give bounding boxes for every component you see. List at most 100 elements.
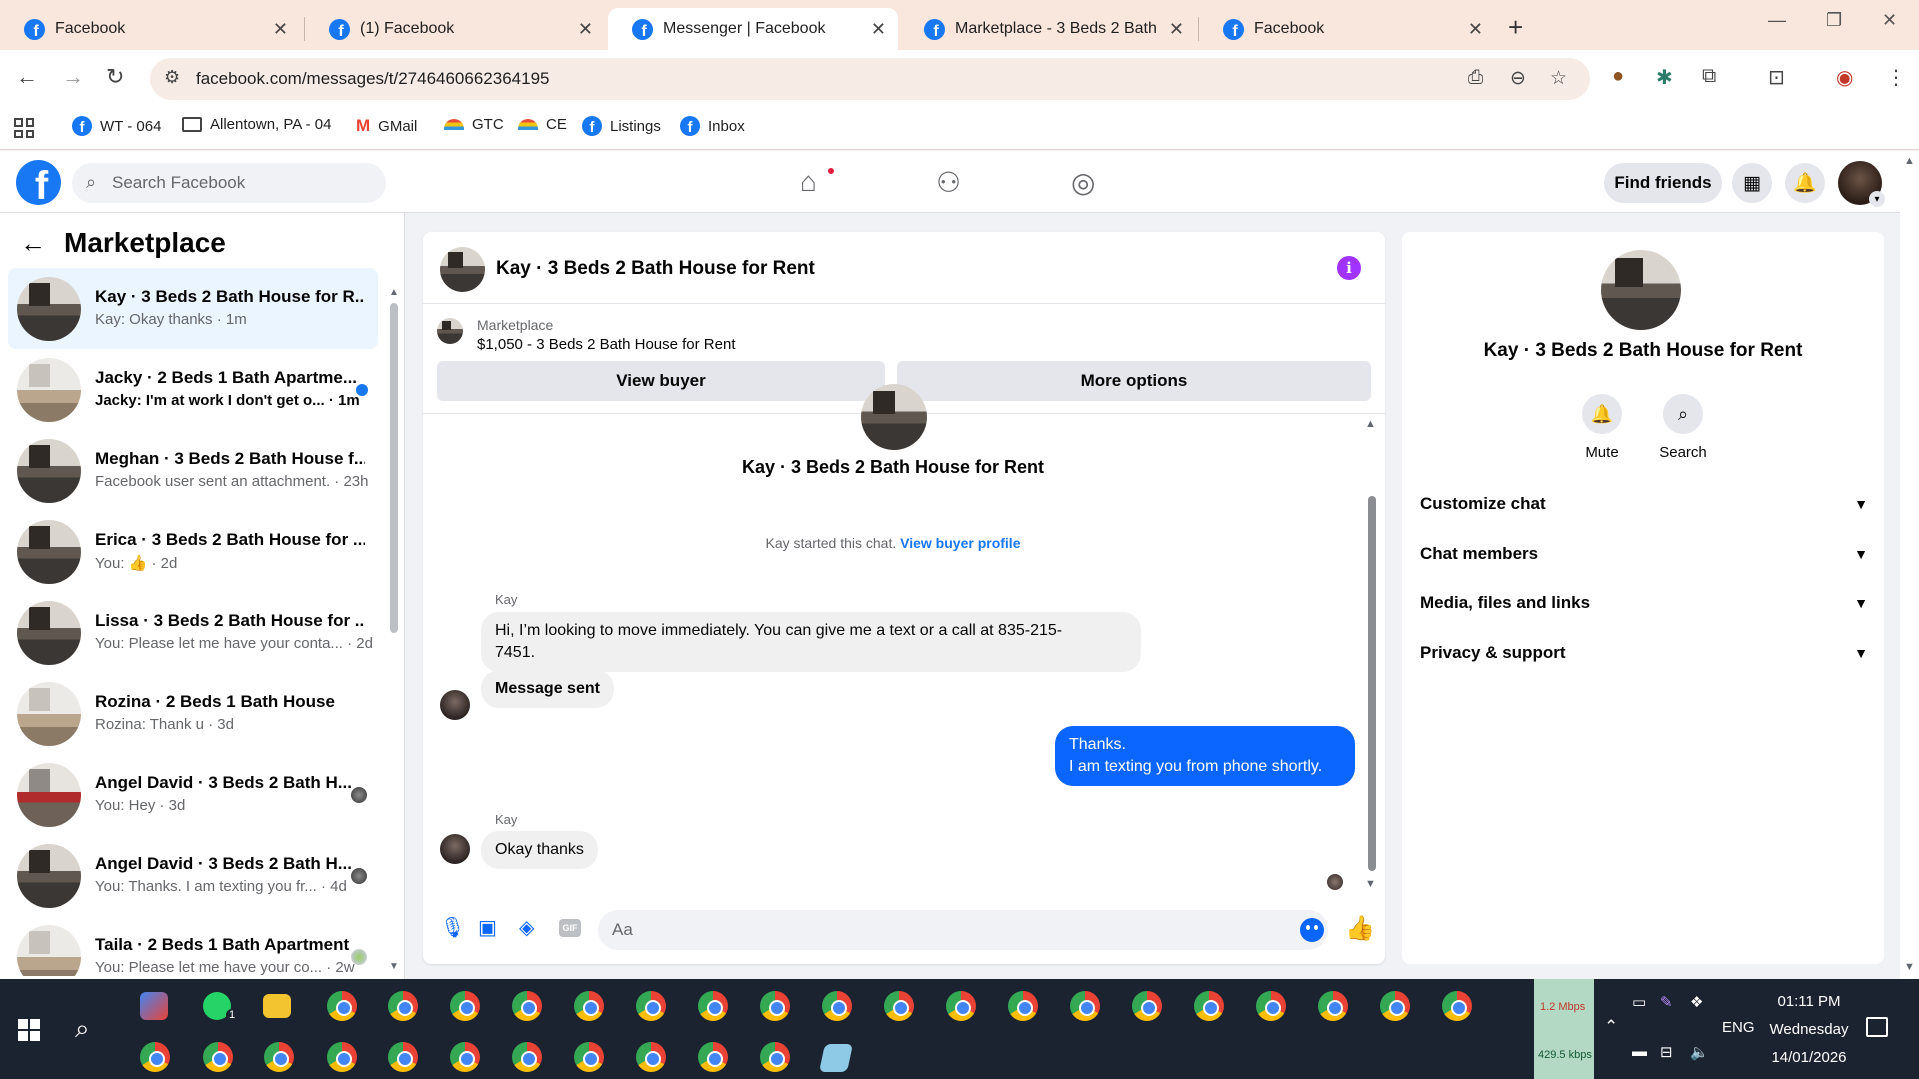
reload-icon[interactable]: ↻ <box>106 64 124 90</box>
close-window-icon[interactable]: ✕ <box>1882 10 1897 31</box>
address-bar[interactable]: ⚙ facebook.com/messages/t/27464606623641… <box>150 58 1590 100</box>
taskbar-search-icon[interactable]: ⌕ <box>75 1013 90 1045</box>
emoji-icon[interactable] <box>1300 918 1324 942</box>
chrome-app-icon[interactable] <box>450 1042 480 1072</box>
bookmark-item[interactable]: GTC <box>444 116 504 133</box>
puzzle-extensions-icon[interactable]: ⧉ <box>1702 65 1716 88</box>
chat-item[interactable]: Rozina · 2 Beds 1 Bath House Rozina: Tha… <box>8 673 378 754</box>
url-text[interactable]: facebook.com/messages/t/2746460662364195 <box>196 69 549 89</box>
chrome-app-icon[interactable] <box>884 991 914 1021</box>
thumbs-up-icon[interactable]: 👍 <box>1345 914 1375 943</box>
scroll-up-icon[interactable]: ▲ <box>1365 418 1376 430</box>
mute-button[interactable]: 🔔 Mute <box>1572 394 1632 461</box>
chrome-app-icon[interactable] <box>1070 991 1100 1021</box>
browser-tab[interactable]: f Marketplace - 3 Beds 2 Bath House for … <box>900 8 1196 50</box>
chat-item[interactable]: Lissa · 3 Beds 2 Bath House for ... You:… <box>8 592 378 673</box>
bookmark-item[interactable]: f WT - 064 <box>72 116 161 136</box>
notifications-bell-icon[interactable]: 🔔 <box>1785 163 1825 203</box>
microphone-icon[interactable]: 🎙 <box>440 915 465 940</box>
chrome-app-icon[interactable] <box>327 1042 357 1072</box>
file-explorer-icon[interactable] <box>263 994 291 1018</box>
chrome-app-icon[interactable] <box>450 991 480 1021</box>
chrome-app-icon[interactable] <box>760 991 790 1021</box>
chrome-app-icon[interactable] <box>822 991 852 1021</box>
install-app-icon[interactable]: ⎙ <box>1468 67 1483 89</box>
chrome-app-icon[interactable] <box>1132 991 1162 1021</box>
windows-start-icon[interactable] <box>18 1019 40 1041</box>
chrome-app-icon[interactable] <box>1318 991 1348 1021</box>
close-tab-icon[interactable]: ✕ <box>1468 19 1483 40</box>
thread-scrollbar[interactable]: ▲ ▼ <box>1365 418 1379 890</box>
chrome-app-icon[interactable] <box>698 991 728 1021</box>
menu-grid-icon[interactable]: ▦ <box>1732 163 1772 203</box>
apps-grid-icon[interactable] <box>14 118 34 138</box>
media-files-links-section[interactable]: Media, files and links ▼ <box>1420 583 1868 623</box>
chat-members-section[interactable]: Chat members ▼ <box>1420 534 1868 574</box>
chrome-app-icon[interactable] <box>327 991 357 1021</box>
info-icon[interactable]: i <box>1337 256 1361 280</box>
message-bubble-incoming[interactable]: Okay thanks <box>481 831 598 869</box>
chat-item[interactable]: Kay · 3 Beds 2 Bath House for R... Kay: … <box>8 268 378 349</box>
chrome-app-icon[interactable] <box>1194 991 1224 1021</box>
account-avatar[interactable]: ▾ <box>1838 161 1885 207</box>
chrome-app-icon[interactable] <box>574 1042 604 1072</box>
conversation-avatar[interactable] <box>440 247 485 292</box>
customize-chat-section[interactable]: Customize chat ▼ <box>1420 484 1868 524</box>
notes-app-icon[interactable] <box>819 1044 853 1072</box>
find-friends-button[interactable]: Find friends <box>1604 163 1722 203</box>
close-tab-icon[interactable]: ✕ <box>871 19 886 40</box>
show-hidden-icons-icon[interactable]: ⌃ <box>1604 1017 1618 1037</box>
close-tab-icon[interactable]: ✕ <box>578 19 593 40</box>
view-buyer-button[interactable]: View buyer <box>437 361 885 401</box>
home-icon[interactable]: ⌂ <box>800 166 817 198</box>
chrome-app-icon[interactable] <box>636 1042 666 1072</box>
chat-item[interactable]: Taila · 2 Beds 1 Bath Apartment You: Ple… <box>8 916 378 976</box>
bookmark-item[interactable]: f Listings <box>582 116 661 136</box>
bookmark-star-icon[interactable]: ☆ <box>1550 67 1567 90</box>
battery-icon[interactable]: ▬ <box>1632 1043 1647 1060</box>
scroll-down-icon[interactable]: ▼ <box>389 961 399 972</box>
chrome-app-icon[interactable] <box>388 1042 418 1072</box>
chat-item[interactable]: Meghan · 3 Beds 2 Bath House f... Facebo… <box>8 430 378 511</box>
store-app-icon[interactable] <box>140 992 168 1020</box>
bookmark-item[interactable]: CE <box>518 116 567 133</box>
browser-tab-active[interactable]: f Messenger | Facebook ✕ <box>608 8 898 50</box>
chrome-app-icon[interactable] <box>574 991 604 1021</box>
scroll-up-icon[interactable]: ▲ <box>1904 155 1915 167</box>
chat-item[interactable]: Jacky · 2 Beds 1 Bath Apartme... Jacky: … <box>8 349 378 430</box>
volume-icon[interactable]: 🔈 <box>1690 1043 1709 1061</box>
chat-list-scrollbar[interactable]: ▲ ▼ <box>389 273 399 972</box>
clock-day[interactable]: Wednesday <box>1764 1021 1854 1038</box>
message-bubble-incoming[interactable]: Message sent <box>481 670 614 708</box>
sticker-icon[interactable]: ◈ <box>519 915 534 940</box>
search-in-chat-button[interactable]: ⌕ Search <box>1653 394 1713 461</box>
site-info-icon[interactable]: ⚙ <box>164 67 180 88</box>
chat-item[interactable]: Angel David · 3 Beds 2 Bath H... You: He… <box>8 754 378 835</box>
chrome-app-icon[interactable] <box>388 991 418 1021</box>
display-icon[interactable]: ▭ <box>1632 993 1646 1011</box>
close-tab-icon[interactable]: ✕ <box>1169 19 1184 40</box>
pen-icon[interactable]: ✎ <box>1660 993 1673 1011</box>
profile-icon[interactable]: ◉ <box>1836 65 1853 90</box>
clock-time[interactable]: 01:11 PM <box>1764 993 1854 1010</box>
chrome-app-icon[interactable] <box>203 1042 233 1072</box>
search-placeholder[interactable]: Search Facebook <box>112 173 245 193</box>
chrome-app-icon[interactable] <box>512 991 542 1021</box>
photo-icon[interactable]: ▣ <box>478 915 497 940</box>
scroll-down-icon[interactable]: ▼ <box>1904 961 1915 973</box>
language-indicator[interactable]: ENG <box>1722 1019 1755 1036</box>
new-tab-button[interactable]: + <box>1508 12 1523 43</box>
close-tab-icon[interactable]: ✕ <box>273 19 288 40</box>
bookmark-item[interactable]: M GMail <box>356 116 417 136</box>
facebook-search[interactable]: ⌕ Search Facebook <box>72 163 386 203</box>
clock-date[interactable]: 14/01/2026 <box>1764 1049 1854 1066</box>
restore-icon[interactable]: ❐ <box>1826 10 1842 31</box>
bookmark-item[interactable]: Allentown, PA - 04 <box>182 116 331 133</box>
back-icon[interactable]: ← <box>16 64 38 90</box>
tab-search-icon[interactable]: ⊡ <box>1768 65 1785 90</box>
chat-item[interactable]: Angel David · 3 Beds 2 Bath H... You: Th… <box>8 835 378 916</box>
back-arrow-icon[interactable]: ← <box>20 228 46 259</box>
notification-center-icon[interactable] <box>1866 1017 1888 1037</box>
chrome-app-icon[interactable] <box>760 1042 790 1072</box>
browser-tab[interactable]: f Facebook ✕ <box>0 8 300 50</box>
